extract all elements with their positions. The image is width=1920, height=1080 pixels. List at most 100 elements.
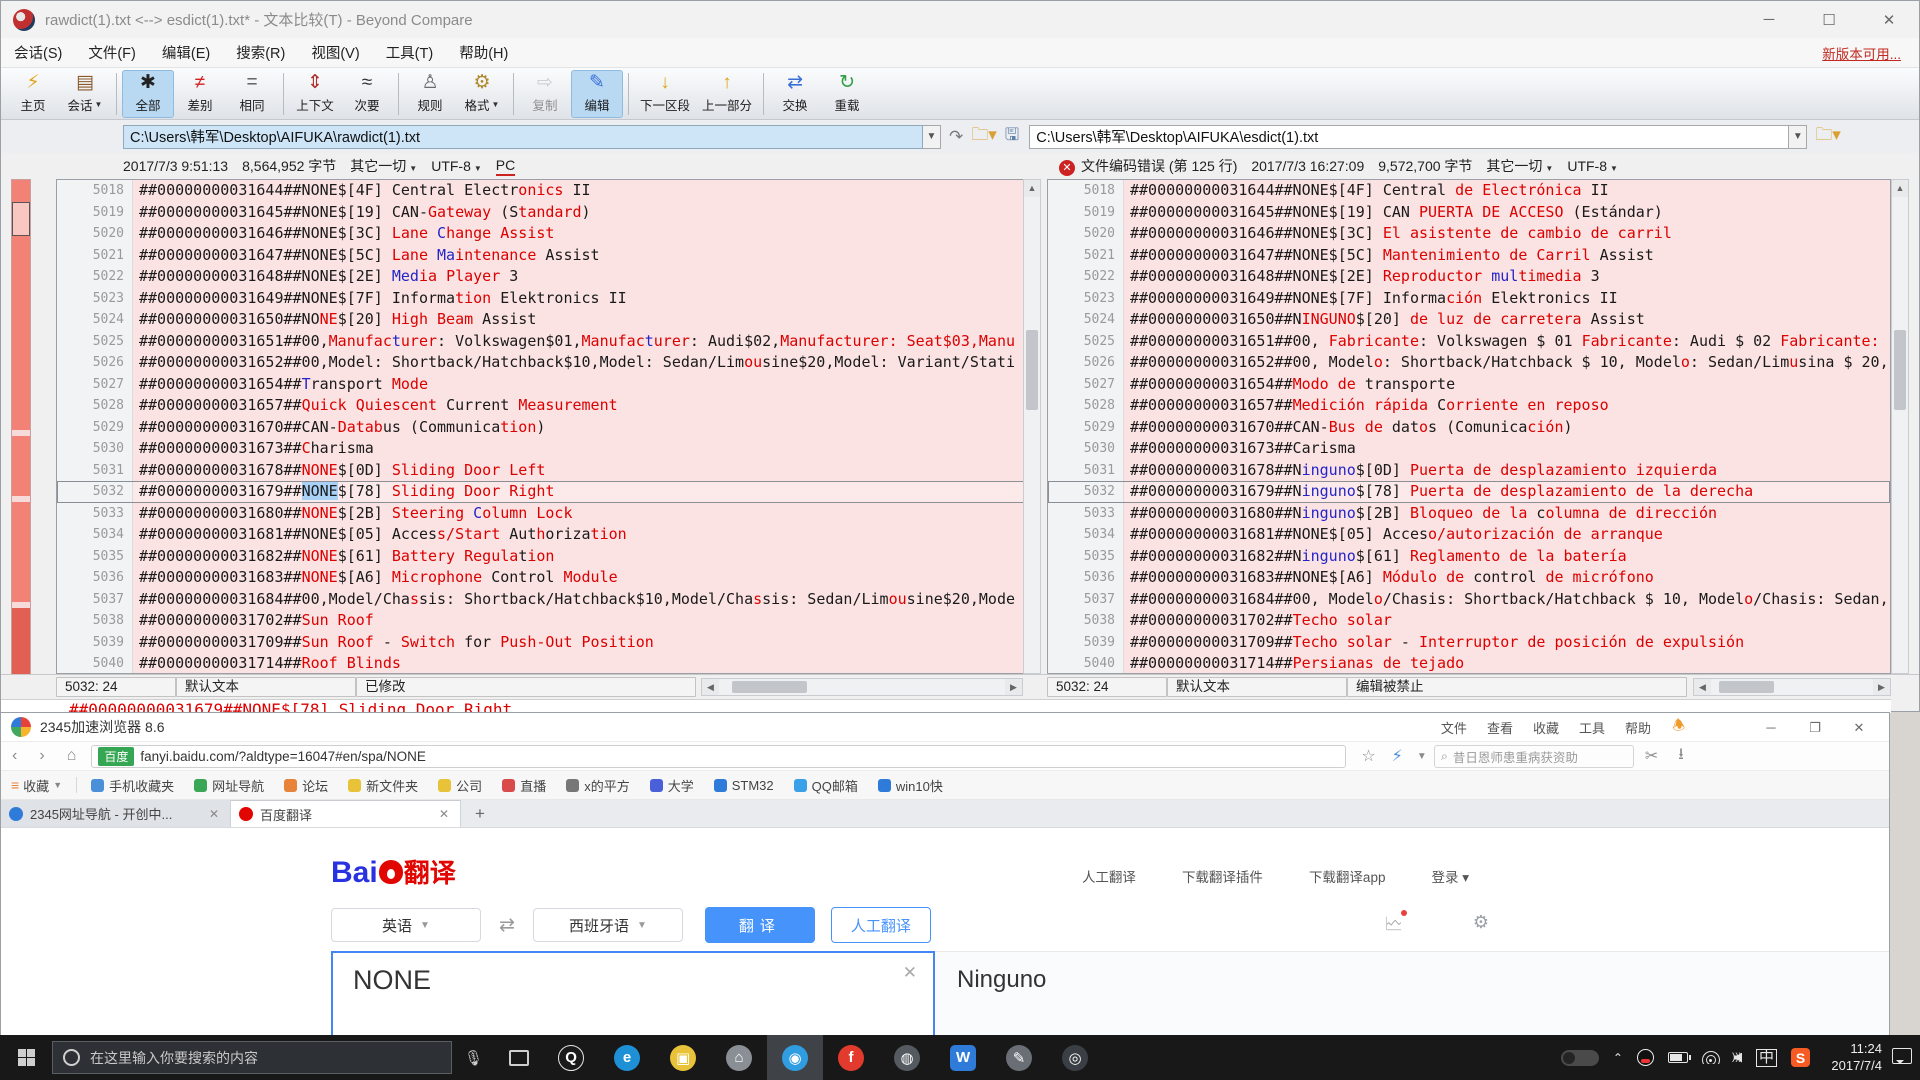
browser-menu-1[interactable]: 查看 xyxy=(1479,718,1521,737)
battery-icon[interactable] xyxy=(1668,1052,1688,1063)
editor-row-5027[interactable]: 5027##00000000031654##Transport Mode xyxy=(57,374,1040,396)
browser-tab-1[interactable]: 百度翻译✕ xyxy=(231,800,461,827)
browser-menu-3[interactable]: 工具 xyxy=(1571,718,1613,737)
editor-row-5038[interactable]: 5038##00000000031702##Sun Roof xyxy=(57,610,1040,632)
browser-titlebar[interactable]: 2345加速浏览器 8.6 文件查看收藏工具帮助 🕭 ─ ❐ ✕ xyxy=(1,713,1889,742)
scroll-left-icon[interactable]: ◀ xyxy=(1694,679,1711,695)
right-editor-pane[interactable]: 5018##00000000031644##NONE$[4F] Central … xyxy=(1047,179,1891,674)
editor-row-5040[interactable]: 5040##00000000031714##Persianas de tejad… xyxy=(1048,653,1890,674)
editor-row-5027[interactable]: 5027##00000000031654##Modo de transporte xyxy=(1048,374,1890,396)
feedback-icon[interactable]: 🗠 xyxy=(1385,912,1403,942)
toolbar-button-8[interactable]: ≈次要 xyxy=(341,70,393,118)
toolbar-button-4[interactable]: ≠差别 xyxy=(174,70,226,118)
bookmark-item-5[interactable]: 直播 xyxy=(492,776,556,795)
minimize-button[interactable]: ─ xyxy=(1739,1,1799,38)
editor-row-5030[interactable]: 5030##00000000031673##Charisma xyxy=(57,438,1040,460)
bookmark-item-4[interactable]: 公司 xyxy=(428,776,492,795)
editor-row-5037[interactable]: 5037##00000000031684##00, Modelo/Chasis:… xyxy=(1048,589,1890,611)
editor-row-5021[interactable]: 5021##00000000031647##NONE$[5C] Lane Mai… xyxy=(57,245,1040,267)
bookmark-item-1[interactable]: 网址导航 xyxy=(184,776,274,795)
editor-row-5035[interactable]: 5035##00000000031682##Ninguno$[61] Regla… xyxy=(1048,546,1890,568)
browser-tab-0[interactable]: 2345网址导航 - 开创中...✕ xyxy=(1,800,231,827)
editor-row-5020[interactable]: 5020##00000000031646##NONE$[3C] El asist… xyxy=(1048,223,1890,245)
bc-menu-item-2[interactable]: 编辑(E) xyxy=(149,42,223,63)
wifi-icon[interactable] xyxy=(1702,1051,1720,1064)
right-path-dropdown-icon[interactable]: ▼ xyxy=(1789,125,1807,149)
editor-row-5019[interactable]: 5019##00000000031645##NONE$[19] CAN PUER… xyxy=(1048,202,1890,224)
translate-button[interactable]: 翻译 xyxy=(705,907,815,943)
chevron-down-icon[interactable]: ▼ xyxy=(1412,751,1432,762)
source-language-select[interactable]: 英语▼ xyxy=(331,908,481,942)
task-view-icon[interactable] xyxy=(509,1050,529,1066)
hidden-icons-chevron[interactable]: ⌃ xyxy=(1613,1051,1623,1065)
save-icon[interactable]: 🖫 xyxy=(1005,122,1019,151)
bookmark-item-0[interactable]: 手机收藏夹 xyxy=(81,776,184,795)
editor-row-5036[interactable]: 5036##00000000031683##NONE$[A6] Micropho… xyxy=(57,567,1040,589)
camera-icon[interactable]: ◎ xyxy=(1047,1035,1103,1080)
right-file-path-combo[interactable]: C:\Users\韩军\Desktop\AIFUKA\esdict(1).txt xyxy=(1029,125,1789,149)
clear-input-icon[interactable]: ✕ xyxy=(903,963,917,983)
editor-row-5034[interactable]: 5034##00000000031681##NONE$[05] Access/S… xyxy=(57,524,1040,546)
editor-row-5020[interactable]: 5020##00000000031646##NONE$[3C] Lane Cha… xyxy=(57,223,1040,245)
toolbar-button-0[interactable]: ⚡主页 xyxy=(7,70,59,118)
diff-map-viewport[interactable] xyxy=(12,202,30,236)
swap-languages-icon[interactable]: ⇄ xyxy=(481,914,533,937)
baidu-header-link-3[interactable]: 登录 ▾ xyxy=(1431,866,1469,886)
new-tab-button[interactable]: + xyxy=(461,804,499,827)
left-line-format[interactable]: PC xyxy=(496,157,515,176)
new-version-link[interactable]: 新版本可用... xyxy=(1822,43,1901,63)
bell-icon[interactable]: 🕭 xyxy=(1672,715,1685,739)
bc-menu-item-5[interactable]: 工具(T) xyxy=(373,42,447,63)
editor-row-5022[interactable]: 5022##00000000031648##NONE$[2E] Media Pl… xyxy=(57,266,1040,288)
volume-icon[interactable]: ))) xyxy=(1734,1052,1742,1063)
editor-row-5039[interactable]: 5039##00000000031709##Sun Roof - Switch … xyxy=(57,632,1040,654)
taskbar-clock[interactable]: 11:24 2017/7/4 xyxy=(1831,1040,1882,1074)
favorites-menu[interactable]: ≡ 收藏 ▼ xyxy=(1,776,72,795)
scroll-right-icon[interactable]: ▶ xyxy=(1005,679,1022,695)
left-scroll-thumb[interactable] xyxy=(1026,330,1038,410)
bookmark-item-9[interactable]: QQ邮箱 xyxy=(784,776,868,795)
pencil-icon[interactable]: ✎ xyxy=(991,1035,1047,1080)
editor-row-5018[interactable]: 5018##00000000031644##NONE$[4F] Central … xyxy=(57,180,1040,202)
editor-row-5029[interactable]: 5029##00000000031670##CAN-Bus de datos (… xyxy=(1048,417,1890,439)
editor-row-5036[interactable]: 5036##00000000031683##NONE$[A6] Módulo d… xyxy=(1048,567,1890,589)
url-bar[interactable]: 百度 fanyi.baidu.com/?aldtype=16047#en/spa… xyxy=(91,745,1346,768)
editor-row-5040[interactable]: 5040##00000000031714##Roof Blinds xyxy=(57,653,1040,674)
baidu-header-link-1[interactable]: 下载翻译插件 xyxy=(1182,866,1263,886)
scroll-right-icon[interactable]: ▶ xyxy=(1873,679,1890,695)
baidu-header-link-2[interactable]: 下载翻译app xyxy=(1309,866,1386,886)
editor-row-5031[interactable]: 5031##00000000031678##NONE$[0D] Sliding … xyxy=(57,460,1040,482)
translate-input-text[interactable]: NONE xyxy=(353,965,431,996)
target-language-select[interactable]: 西班牙语▼ xyxy=(533,908,683,942)
editor-row-5032[interactable]: 5032##00000000031679##NONE$[78] Sliding … xyxy=(57,481,1040,503)
sogou-icon[interactable]: S xyxy=(1791,1048,1810,1067)
toolbar-button-14[interactable]: ✎编辑 xyxy=(571,70,623,118)
toolbar-button-19[interactable]: ⇄交换 xyxy=(769,70,821,118)
close-button[interactable]: ✕ xyxy=(1859,1,1919,38)
editor-row-5023[interactable]: 5023##00000000031649##NONE$[7F] Informac… xyxy=(1048,288,1890,310)
editor-row-5023[interactable]: 5023##00000000031649##NONE$[7F] Informat… xyxy=(57,288,1040,310)
right-vertical-scrollbar[interactable]: ▲ xyxy=(1891,179,1909,674)
editor-row-5029[interactable]: 5029##00000000031670##CAN-Databus (Commu… xyxy=(57,417,1040,439)
microphone-icon[interactable]: 🎙 xyxy=(452,1049,495,1067)
editor-row-5030[interactable]: 5030##00000000031673##Carisma xyxy=(1048,438,1890,460)
word-icon[interactable]: W xyxy=(935,1035,991,1080)
download-icon[interactable]: ⭳ xyxy=(1669,743,1693,770)
editor-row-5025[interactable]: 5025##00000000031651##00, Fabricante: Vo… xyxy=(1048,331,1890,353)
browser-2345-icon[interactable]: ◉ xyxy=(767,1035,823,1080)
baidu-translate-logo[interactable]: Bai翻译 xyxy=(331,853,456,890)
editor-row-5032[interactable]: 5032##00000000031679##Ninguno$[78] Puert… xyxy=(1048,481,1890,503)
forward-icon[interactable]: › xyxy=(28,747,55,765)
scroll-left-icon[interactable]: ◀ xyxy=(702,679,719,695)
editor-row-5034[interactable]: 5034##00000000031681##NONE$[05] Acceso/a… xyxy=(1048,524,1890,546)
start-button[interactable] xyxy=(0,1035,52,1080)
toolbar-button-11[interactable]: ⚙格式▼ xyxy=(456,70,508,118)
edge-icon[interactable]: e xyxy=(599,1035,655,1080)
store-icon[interactable]: ⌂ xyxy=(711,1035,767,1080)
toolbar-button-20[interactable]: ↻重载 xyxy=(821,70,873,118)
hot-search-box[interactable]: ⌕ 昔日恩师患重病获资助 xyxy=(1434,745,1634,768)
toolbar-button-13[interactable]: ⇨复制 xyxy=(519,70,571,118)
browser-menu-2[interactable]: 收藏 xyxy=(1525,718,1567,737)
toolbar-button-10[interactable]: ♙规则 xyxy=(404,70,456,118)
scroll-up-icon[interactable]: ▲ xyxy=(1024,180,1040,197)
